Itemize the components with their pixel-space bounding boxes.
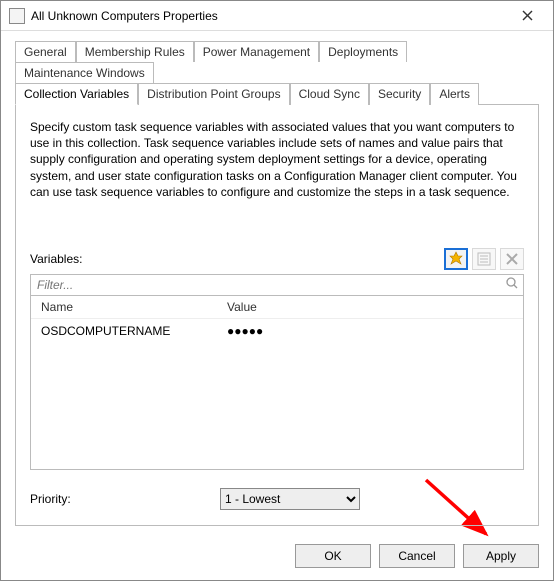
column-value[interactable]: Value bbox=[217, 296, 523, 318]
tab-distribution-point-groups[interactable]: Distribution Point Groups bbox=[138, 83, 289, 105]
dialog-button-bar: OK Cancel Apply bbox=[1, 534, 553, 580]
apply-button[interactable]: Apply bbox=[463, 544, 539, 568]
filter-input[interactable] bbox=[35, 277, 505, 293]
tab-power-management[interactable]: Power Management bbox=[194, 41, 319, 62]
variables-grid[interactable]: Name Value OSDCOMPUTERNAME ●●●●● bbox=[30, 296, 524, 470]
variables-label: Variables: bbox=[30, 252, 444, 266]
variables-header-row: Variables: bbox=[30, 248, 524, 270]
grid-header: Name Value bbox=[31, 296, 523, 319]
tab-row-1: General Membership Rules Power Managemen… bbox=[15, 41, 539, 83]
client-area: General Membership Rules Power Managemen… bbox=[1, 31, 553, 534]
filter-box[interactable] bbox=[30, 274, 524, 296]
description-text: Specify custom task sequence variables w… bbox=[30, 119, 524, 200]
new-starburst-icon bbox=[448, 251, 464, 267]
titlebar: All Unknown Computers Properties bbox=[1, 1, 553, 31]
tab-security[interactable]: Security bbox=[369, 83, 430, 105]
tab-maintenance-windows[interactable]: Maintenance Windows bbox=[15, 62, 154, 83]
system-icon bbox=[9, 8, 25, 24]
tab-general[interactable]: General bbox=[15, 41, 76, 62]
column-name[interactable]: Name bbox=[31, 296, 217, 318]
ok-button[interactable]: OK bbox=[295, 544, 371, 568]
close-icon bbox=[522, 10, 533, 21]
table-row[interactable]: OSDCOMPUTERNAME ●●●●● bbox=[31, 319, 523, 343]
priority-row: Priority: 1 - Lowest bbox=[30, 488, 524, 510]
priority-select[interactable]: 1 - Lowest bbox=[220, 488, 360, 510]
tab-deployments[interactable]: Deployments bbox=[319, 41, 407, 62]
cell-name: OSDCOMPUTERNAME bbox=[31, 319, 217, 343]
properties-icon bbox=[476, 251, 492, 267]
tab-alerts[interactable]: Alerts bbox=[430, 83, 479, 105]
new-variable-button[interactable] bbox=[444, 248, 468, 270]
variables-toolbar bbox=[444, 248, 524, 270]
tab-row-2: Collection Variables Distribution Point … bbox=[15, 83, 539, 105]
dialog-window: All Unknown Computers Properties General… bbox=[0, 0, 554, 581]
tab-membership-rules[interactable]: Membership Rules bbox=[76, 41, 194, 62]
tab-cloud-sync[interactable]: Cloud Sync bbox=[290, 83, 369, 105]
tab-panel: Specify custom task sequence variables w… bbox=[15, 104, 539, 526]
delete-icon bbox=[505, 252, 519, 266]
cancel-button[interactable]: Cancel bbox=[379, 544, 455, 568]
delete-variable-button[interactable] bbox=[500, 248, 524, 270]
cell-value: ●●●●● bbox=[217, 319, 523, 343]
tab-collection-variables[interactable]: Collection Variables bbox=[15, 83, 138, 105]
search-icon bbox=[505, 276, 519, 293]
priority-label: Priority: bbox=[30, 492, 220, 506]
edit-variable-button[interactable] bbox=[472, 248, 496, 270]
window-title: All Unknown Computers Properties bbox=[31, 9, 507, 23]
close-button[interactable] bbox=[507, 2, 547, 30]
